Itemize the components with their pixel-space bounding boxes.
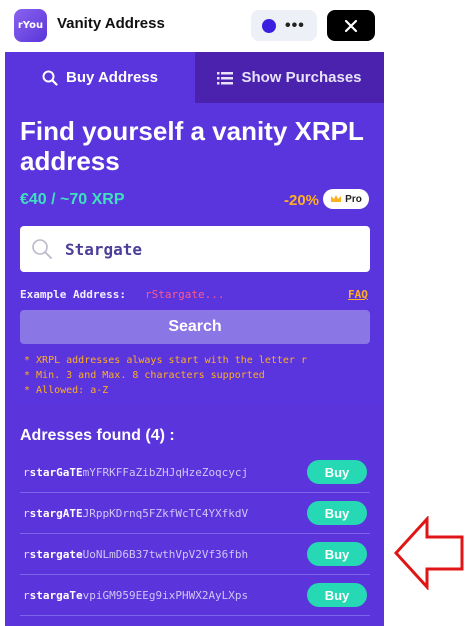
- more-menu-pill[interactable]: •••: [251, 10, 317, 41]
- pro-label: Pro: [345, 193, 362, 205]
- tab-buy-address-label: Buy Address: [66, 69, 158, 86]
- buy-button[interactable]: Buy: [307, 460, 367, 484]
- close-icon: [344, 19, 358, 32]
- buy-button[interactable]: Buy: [307, 583, 367, 607]
- hint-item: * XRPL addresses always start with the l…: [24, 355, 307, 366]
- tab-show-purchases[interactable]: Show Purchases: [195, 52, 384, 103]
- example-address-value: rStargate...: [145, 288, 225, 301]
- buy-button[interactable]: Buy: [307, 542, 367, 566]
- address-prefix: r: [23, 588, 30, 602]
- search-input[interactable]: Stargate: [20, 226, 370, 272]
- more-icon[interactable]: •••: [285, 17, 305, 34]
- address-match: stargaTe: [29, 588, 83, 602]
- pro-badge[interactable]: Pro: [323, 189, 369, 209]
- price-label: €40 / ~70 XRP: [20, 191, 125, 208]
- faq-link[interactable]: FAQ: [348, 288, 368, 301]
- address-text: rstargaTevpiGM959EEg9ixPHWX2AyLXps: [23, 589, 248, 602]
- hint-item: * Min. 3 and Max. 8 characters supported: [24, 370, 265, 381]
- search-input-value: Stargate: [65, 239, 143, 259]
- close-button[interactable]: [327, 10, 375, 41]
- address-rest: mYFRKFFaZibZHJqHzeZoqcycj: [82, 465, 249, 479]
- page-title: Find yourself a vanity XRPL address: [20, 116, 364, 176]
- app-header: rYou Vanity Address •••: [0, 0, 470, 52]
- main-panel: Buy Address Show Purchases Find yourself…: [5, 52, 384, 626]
- status-dot-icon: [262, 18, 276, 33]
- hint-item: * Allowed: a-Z: [24, 385, 109, 396]
- arrow-left-icon: [393, 516, 464, 590]
- tab-bar: Buy Address Show Purchases: [5, 52, 384, 103]
- address-rest: JRppKDrnq5FZkfWcTC4YXfkdV: [82, 506, 249, 520]
- buy-button[interactable]: Buy: [307, 501, 367, 525]
- list-item: rstargaTevpiGM959EEg9ixPHWX2AyLXps Buy: [20, 575, 370, 616]
- address-rest: vpiGM959EEg9ixPHWX2AyLXps: [82, 588, 249, 602]
- address-text: rstarGaTEmYFRKFFaZibZHJqHzeZoqcycj: [23, 466, 248, 479]
- address-match: stargate: [29, 547, 83, 561]
- list-icon: [217, 71, 234, 84]
- address-match: stargATE: [29, 506, 83, 520]
- discount-label: -20%: [284, 192, 320, 209]
- search-icon: [32, 239, 52, 259]
- app-logo: rYou: [14, 9, 47, 42]
- app-title: Vanity Address: [57, 15, 165, 32]
- tab-buy-address[interactable]: Buy Address: [5, 52, 195, 103]
- list-item: rstarGaTEmYFRKFFaZibZHJqHzeZoqcycj Buy: [20, 452, 370, 493]
- results-list: rstarGaTEmYFRKFFaZibZHJqHzeZoqcycj Buy r…: [20, 452, 370, 616]
- crown-icon: [331, 195, 342, 202]
- address-text: rstargATEJRppKDrnq5FZkfWcTC4YXfkdV: [23, 507, 248, 520]
- list-item: rstargateUoNLmD6B37twthVpV2Vf36fbh Buy: [20, 534, 370, 575]
- results-title: Adresses found (4) :: [20, 427, 175, 444]
- search-button[interactable]: Search: [20, 310, 370, 344]
- search-icon: [42, 70, 58, 86]
- address-prefix: r: [23, 547, 30, 561]
- address-match: starGaTE: [29, 465, 83, 479]
- list-item: rstargATEJRppKDrnq5FZkfWcTC4YXfkdV Buy: [20, 493, 370, 534]
- hint-list: * XRPL addresses always start with the l…: [24, 353, 307, 398]
- address-rest: UoNLmD6B37twthVpV2Vf36fbh: [82, 547, 249, 561]
- address-prefix: r: [23, 506, 30, 520]
- tab-show-purchases-label: Show Purchases: [241, 69, 362, 86]
- address-prefix: r: [23, 465, 30, 479]
- example-address-label: Example Address:: [20, 288, 126, 301]
- address-text: rstargateUoNLmD6B37twthVpV2Vf36fbh: [23, 548, 248, 561]
